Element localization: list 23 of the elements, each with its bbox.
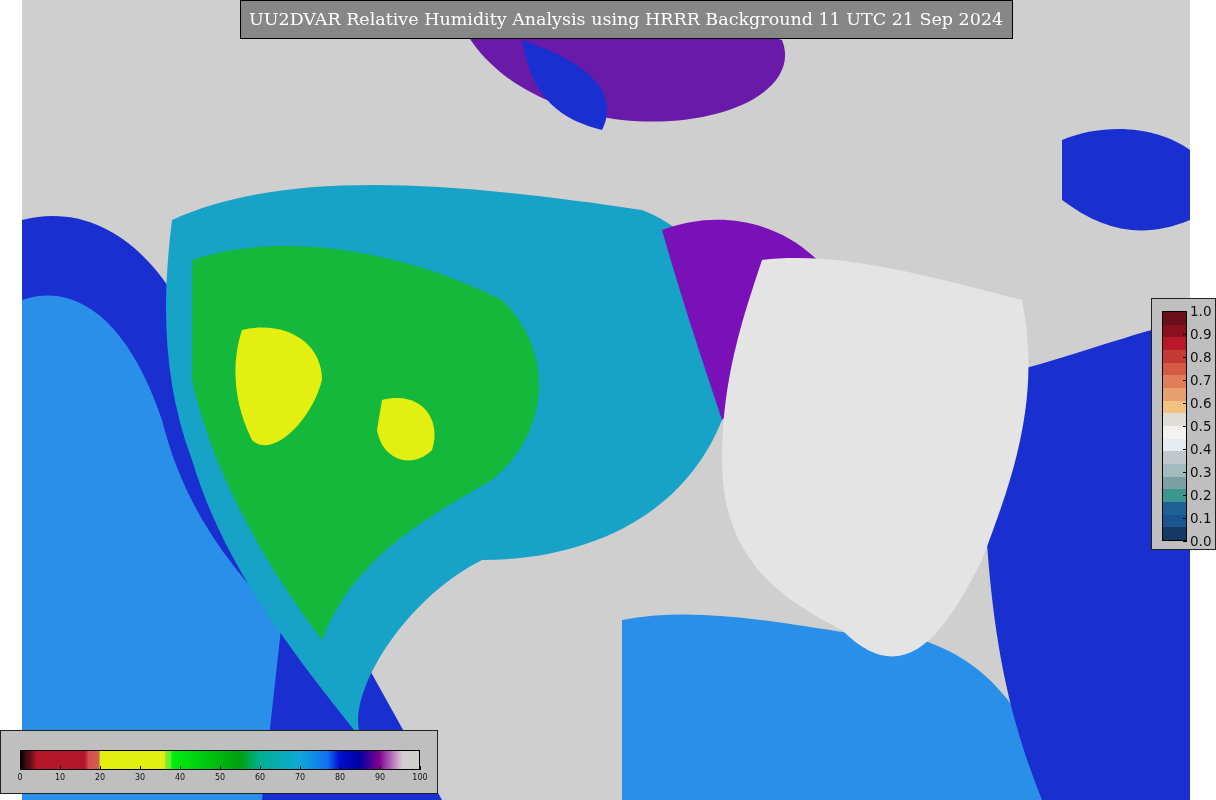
- map-title: UU2DVAR Relative Humidity Analysis using HRRR Background 11 UTC 21 Sep 2024: [240, 0, 1014, 39]
- tick-label: 30: [134, 773, 146, 782]
- tick-label: 0.5: [1190, 418, 1212, 434]
- tick-label: 0.2: [1190, 487, 1212, 503]
- tick-label: 70: [294, 773, 306, 782]
- tick-label: 0.6: [1190, 395, 1212, 411]
- tick-label: 20: [94, 773, 106, 782]
- tick-label: 0.7: [1190, 372, 1212, 388]
- tick-label: 0.9: [1190, 326, 1212, 342]
- tick-label: 80: [334, 773, 346, 782]
- tick-label: 100: [412, 773, 428, 782]
- tick-label: 40: [174, 773, 186, 782]
- tick-label: 0.8: [1190, 349, 1212, 365]
- tick-label: 0.4: [1190, 441, 1212, 457]
- tick-label: 50: [214, 773, 226, 782]
- tick-label: 90: [374, 773, 386, 782]
- tick-label: 10: [54, 773, 66, 782]
- tick-label: 0: [17, 773, 23, 782]
- tick-label: 1.0: [1190, 303, 1212, 319]
- tick-label: 0.0: [1190, 533, 1212, 549]
- tick-label: 60: [254, 773, 266, 782]
- tick-label: 0.3: [1190, 464, 1212, 480]
- tick-label: 0.1: [1190, 510, 1212, 526]
